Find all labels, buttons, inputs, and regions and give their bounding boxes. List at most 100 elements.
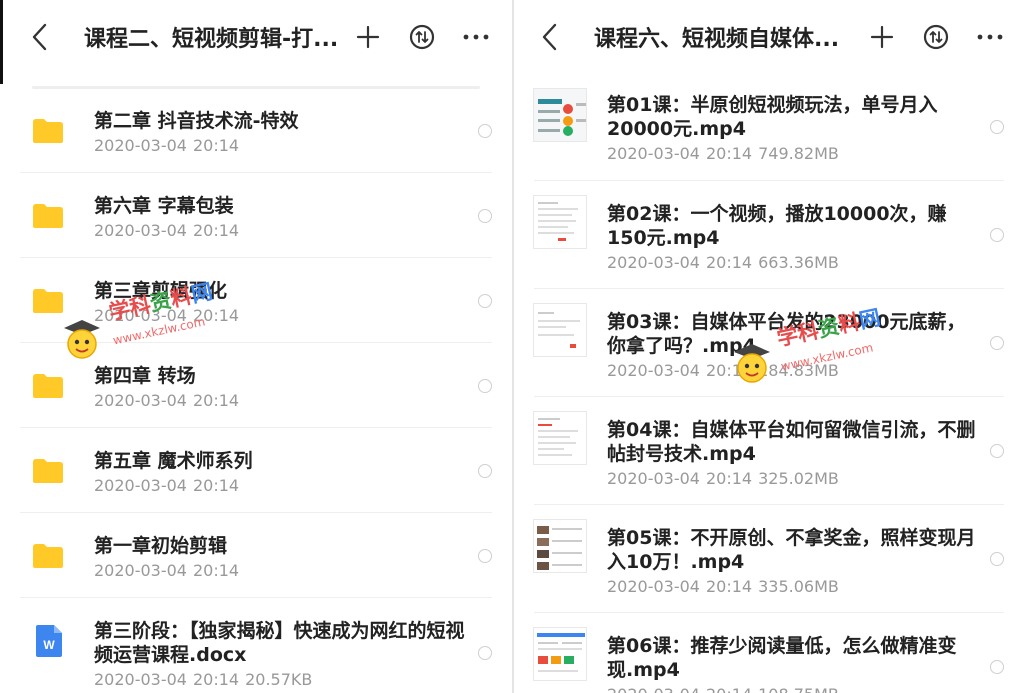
plus-icon <box>870 25 894 49</box>
radio-icon[interactable] <box>990 444 1004 458</box>
file-date: 2020-03-04 <box>607 685 700 693</box>
file-size: 108.75MB <box>758 685 839 693</box>
radio-icon[interactable] <box>990 336 1004 350</box>
radio-icon[interactable] <box>478 294 492 308</box>
file-date: 2020-03-04 <box>94 221 187 240</box>
folder-icon <box>33 119 63 143</box>
sort-icon <box>923 24 949 50</box>
radio-icon[interactable] <box>990 660 1004 674</box>
file-name: 第四章 转场 <box>94 365 196 387</box>
file-time: 20:14 <box>192 221 240 240</box>
list-item[interactable]: 第二章 抖音技术流-特效 2020-03-04 20:14 <box>0 88 512 173</box>
radio-icon[interactable] <box>478 124 492 138</box>
back-arrow-icon <box>32 23 47 51</box>
file-date: 2020-03-04 <box>607 469 700 488</box>
word-doc-icon: W <box>36 625 62 657</box>
file-date: 2020-03-04 <box>94 391 187 410</box>
file-name: 第三阶段：【独家揭秘】快速成为网红的短视频运营课程.docx <box>94 620 465 666</box>
left-more-button[interactable] <box>456 17 496 57</box>
radio-icon[interactable] <box>990 120 1004 134</box>
video-thumbnail <box>533 519 587 573</box>
folder-icon <box>33 544 63 568</box>
file-date: 2020-03-04 <box>607 144 700 163</box>
file-date: 2020-03-04 <box>94 306 187 325</box>
sort-icon <box>409 24 435 50</box>
list-item[interactable]: 第04课：自媒体平台如何留微信引流，不删帖封号技术.mp4 2020-03-04… <box>514 397 1024 505</box>
list-item[interactable]: 第05课：不开原创、不拿奖金，照样变现月入10万！.mp4 2020-03-04… <box>514 505 1024 613</box>
radio-icon[interactable] <box>478 549 492 563</box>
video-thumbnail <box>533 411 587 465</box>
file-name: 第05课：不开原创、不拿奖金，照样变现月入10万！.mp4 <box>607 527 976 573</box>
radio-icon[interactable] <box>478 464 492 478</box>
folder-icon <box>33 204 63 228</box>
file-date: 2020-03-04 <box>607 253 700 272</box>
list-item[interactable]: 第一章初始剪辑 2020-03-04 20:14 <box>0 513 512 598</box>
file-time: 20:14 <box>192 136 240 155</box>
file-time: 20:14 <box>705 253 753 272</box>
back-arrow-icon <box>542 23 557 51</box>
list-item[interactable]: W 第三阶段：【独家揭秘】快速成为网红的短视频运营课程.docx 2020-03… <box>0 598 512 693</box>
file-time: 20:14 <box>192 670 240 689</box>
file-date: 2020-03-04 <box>607 577 700 596</box>
file-name: 第06课：推荐少阅读量低，怎么做精准变现.mp4 <box>607 635 957 681</box>
right-page-title: 课程六、短视频自媒体... <box>594 27 840 52</box>
file-date: 2020-03-04 <box>94 670 187 689</box>
list-item[interactable]: 第06课：推荐少阅读量低，怎么做精准变现.mp4 2020-03-04 20:14… <box>514 613 1024 693</box>
right-header: 课程六、短视频自媒体... <box>514 0 1024 74</box>
right-add-button[interactable] <box>862 17 902 57</box>
list-item[interactable]: 第01课：半原创短视频玩法，单号月入20000元.mp4 2020-03-04 2… <box>514 74 1024 181</box>
file-name: 第五章 魔术师系列 <box>94 450 253 472</box>
plus-icon <box>356 25 380 49</box>
file-date: 2020-03-04 <box>607 361 700 380</box>
video-thumbnail <box>533 627 587 681</box>
file-date: 2020-03-04 <box>94 476 187 495</box>
file-name: 第01课：半原创短视频玩法，单号月入20000元.mp4 <box>607 94 938 140</box>
right-sort-button[interactable] <box>916 17 956 57</box>
left-pane: 课程二、短视频剪辑-打... 第二章 抖音技术流-特效 2020-03-04 20… <box>0 0 512 693</box>
left-add-button[interactable] <box>348 17 388 57</box>
mascot-icon <box>734 344 770 383</box>
file-date: 2020-03-04 <box>94 561 187 580</box>
file-time: 20:14 <box>706 685 752 693</box>
file-time: 20:14 <box>192 476 240 495</box>
file-name: 第04课：自媒体平台如何留微信引流，不删帖封号技术.mp4 <box>607 419 976 465</box>
right-more-button[interactable] <box>970 17 1010 57</box>
file-name: 第六章 字幕包装 <box>94 195 234 217</box>
right-back-button[interactable] <box>536 17 562 57</box>
radio-icon[interactable] <box>478 379 492 393</box>
mascot-icon <box>64 320 100 359</box>
right-pane: 课程六、短视频自媒体... 第01课：半原创短视频玩法，单号月入20000元.m… <box>514 0 1024 693</box>
file-name: 第一章初始剪辑 <box>94 535 228 557</box>
file-name: 第03课：自媒体平台发的23000元底薪，你拿了吗？.mp4 <box>607 311 966 357</box>
radio-icon[interactable] <box>990 228 1004 242</box>
file-time: 20:14 <box>705 577 753 596</box>
list-item[interactable]: 第五章 魔术师系列 2020-03-04 20:14 <box>0 428 512 513</box>
right-file-list: 第01课：半原创短视频玩法，单号月入20000元.mp4 2020-03-04 2… <box>514 74 1024 693</box>
more-icon <box>463 34 489 40</box>
left-page-title: 课程二、短视频剪辑-打... <box>84 27 339 52</box>
folder-icon <box>33 289 63 313</box>
file-size: 335.06MB <box>758 577 839 596</box>
file-time: 20:14 <box>192 306 240 325</box>
file-time: 20:14 <box>192 561 240 580</box>
left-back-button[interactable] <box>26 17 52 57</box>
radio-icon[interactable] <box>478 209 492 223</box>
file-time: 20:14 <box>705 144 753 163</box>
file-size: 663.36MB <box>758 253 839 272</box>
left-file-list: 第二章 抖音技术流-特效 2020-03-04 20:14 第六章 字幕包装 20… <box>0 74 512 693</box>
video-thumbnail <box>533 303 587 357</box>
video-thumbnail <box>533 195 587 249</box>
radio-icon[interactable] <box>478 646 492 660</box>
window-edge <box>0 0 3 84</box>
file-date: 2020-03-04 <box>94 136 187 155</box>
doc-badge: W <box>43 638 55 652</box>
file-size: 325.02MB <box>758 469 839 488</box>
list-item[interactable]: 第02课：一个视频，播放10000次，赚150元.mp4 2020-03-04 2… <box>514 181 1024 289</box>
left-sort-button[interactable] <box>402 17 442 57</box>
folder-icon <box>33 459 63 483</box>
list-item[interactable]: 第六章 字幕包装 2020-03-04 20:14 <box>0 173 512 258</box>
left-header: 课程二、短视频剪辑-打... <box>0 0 512 74</box>
file-time: 20:14 <box>705 469 753 488</box>
file-size: 20.57KB <box>245 670 313 689</box>
radio-icon[interactable] <box>990 552 1004 566</box>
